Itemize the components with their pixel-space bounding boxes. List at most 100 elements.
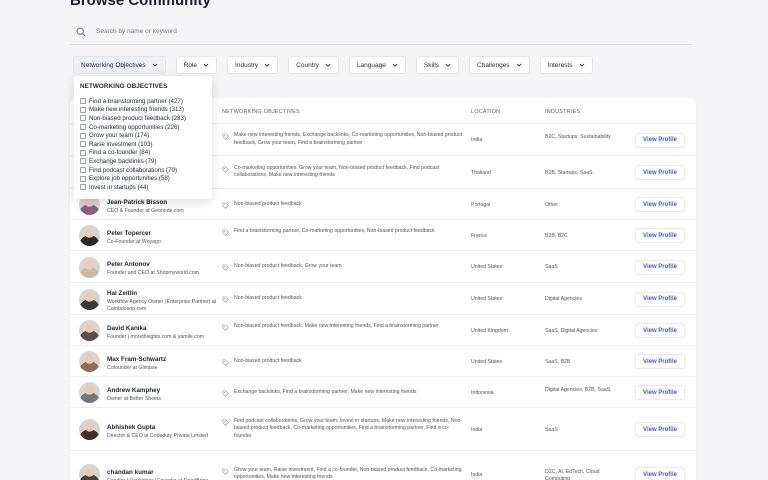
option-label: Find podcast collaborations (70): [89, 166, 178, 174]
dropdown-option[interactable]: Find podcast collaborations (70): [80, 166, 206, 175]
view-profile-button[interactable]: View Profile: [635, 132, 685, 148]
filter-challenges[interactable]: Challenges: [469, 56, 530, 74]
avatar: [79, 464, 100, 480]
header-location: LOCATION: [471, 109, 501, 115]
option-label: Raise investment (103): [89, 140, 153, 148]
member-name[interactable]: chandan kumar: [107, 469, 154, 476]
filter-networking-objectives[interactable]: Networking Objectives: [73, 56, 166, 74]
dropdown-option[interactable]: Exchange backlinks (79): [80, 157, 206, 166]
member-location: United States: [471, 296, 503, 302]
member-name[interactable]: Jean-Patrick Bisson: [107, 199, 167, 206]
member-role: Workflow Agency Owner (Enterprise Partne…: [107, 299, 217, 313]
member-industries: SaaS: [545, 426, 558, 433]
chevron-down-icon: [325, 63, 331, 67]
dropdown-option[interactable]: Explore job opportunities (58): [80, 174, 206, 183]
checkbox[interactable]: [80, 115, 86, 122]
member-name[interactable]: Max Fram-Schwartz: [107, 356, 166, 363]
view-profile-button[interactable]: View Profile: [635, 228, 685, 243]
member-location: United Kingdom: [471, 327, 508, 334]
member-name[interactable]: Peter Antonov: [107, 261, 150, 268]
checkbox[interactable]: [80, 158, 86, 165]
checkbox[interactable]: [80, 167, 86, 174]
view-profile-button[interactable]: View Profile: [635, 165, 685, 180]
member-role: Founder | morethsights.com & yamile.com: [107, 333, 205, 340]
checkbox[interactable]: [80, 132, 86, 139]
member-objectives: Non-biased product feedback, Make new in…: [234, 322, 439, 329]
filter-role[interactable]: Role: [175, 56, 218, 74]
checkbox[interactable]: [80, 106, 86, 113]
chevron-down-icon: [203, 63, 209, 67]
member-industries: B2B, Startups, SaaS: [545, 169, 593, 176]
option-label: Grow your team (174): [89, 132, 150, 140]
table-row: Abhishek Gupta Director & CEO at Codeduty…: [70, 408, 696, 451]
avatar: [79, 320, 100, 341]
table-row: Peter Topercer Co-Founder at Woyago Find a…: [70, 220, 696, 251]
table-row: Max Fram-Schwartz Cofounder at Glimpse Non…: [70, 346, 696, 377]
option-label: Make new interesting friends (313): [89, 106, 184, 114]
view-profile-button[interactable]: View Profile: [635, 291, 685, 307]
member-industries: Digital Agencies, B2B, SaaS: [545, 386, 611, 393]
search-bar[interactable]: [70, 19, 692, 45]
member-name[interactable]: David Kanika: [107, 325, 147, 332]
member-name[interactable]: Andrew Kamphey: [107, 387, 160, 394]
avatar: [79, 256, 100, 278]
networking-objectives-dropdown: NETWORKING OBJECTIVES Find a brainstormi…: [74, 76, 212, 199]
search-icon: [74, 25, 88, 39]
member-role: Owner at Better Sheets: [107, 395, 161, 402]
member-objectives: Non-biased product feedback: [234, 357, 302, 364]
member-industries: Other: [545, 201, 558, 208]
checkbox[interactable]: [80, 175, 86, 182]
member-location: France: [471, 232, 488, 239]
filter-language[interactable]: Language: [348, 56, 406, 74]
option-label: Find a brainstorming partner (427): [89, 97, 183, 105]
dropdown-option[interactable]: Grow your team (174): [80, 131, 206, 140]
header-objectives: NETWORKING OBJECTIVES: [222, 109, 300, 115]
member-location: India: [471, 426, 483, 433]
checkbox[interactable]: [80, 98, 86, 105]
tag-icon: [222, 133, 229, 140]
member-objectives: Make new interesting friends, Exchange b…: [234, 132, 463, 146]
view-profile-button[interactable]: View Profile: [635, 385, 685, 400]
member-name[interactable]: Abhishek Gupta: [107, 424, 155, 431]
page-title: Browse Community: [70, 0, 211, 9]
tag-icon: [222, 419, 229, 426]
tag-icon: [222, 359, 229, 366]
member-objectives: Non-biased product feedback: [234, 200, 302, 207]
view-profile-button[interactable]: View Profile: [635, 197, 685, 212]
table-row: Hal Zeitlin Workflow Agency Owner (Enterp…: [70, 283, 696, 315]
dropdown-option[interactable]: Non-biased product feedback (283): [80, 114, 206, 123]
table-row: David Kanika Founder | morethsights.com &…: [70, 315, 696, 346]
filter-skills[interactable]: Skills: [415, 56, 460, 74]
view-profile-button[interactable]: View Profile: [635, 259, 685, 275]
filter-country[interactable]: Country: [288, 56, 339, 74]
checkbox[interactable]: [80, 124, 86, 131]
dropdown-option[interactable]: Make new interesting friends (313): [80, 106, 206, 115]
checkbox[interactable]: [80, 184, 86, 191]
option-label: Find a co-founder (84): [89, 149, 151, 157]
view-profile-button[interactable]: View Profile: [635, 467, 685, 480]
checkbox[interactable]: [80, 141, 86, 148]
member-name[interactable]: Peter Topercer: [107, 230, 151, 237]
filter-industry[interactable]: Industry: [227, 56, 279, 74]
chevron-down-icon: [445, 63, 451, 67]
tag-icon: [222, 166, 229, 173]
checkbox[interactable]: [80, 149, 86, 156]
view-profile-button[interactable]: View Profile: [635, 323, 685, 338]
member-location: United States: [471, 358, 503, 365]
chevron-down-icon: [264, 63, 270, 67]
filter-interests[interactable]: Interests: [539, 56, 593, 74]
avatar: [79, 225, 100, 246]
option-label: Exchange backlinks (79): [89, 157, 157, 165]
member-location: Indonesia: [471, 389, 494, 396]
dropdown-option[interactable]: Find a co-founder (84): [80, 149, 206, 158]
member-objectives: Co-marketing opportunities, Grow your te…: [234, 164, 440, 179]
member-name[interactable]: Hal Zeitlin: [107, 290, 137, 297]
dropdown-option[interactable]: Co-marketing opportunities (226): [80, 123, 206, 132]
member-objectives: Non-biased product feedback: [234, 295, 302, 301]
dropdown-option[interactable]: Find a brainstorming partner (427): [80, 97, 206, 106]
view-profile-button[interactable]: View Profile: [635, 422, 685, 437]
view-profile-button[interactable]: View Profile: [635, 354, 685, 369]
search-input[interactable]: [96, 28, 596, 35]
dropdown-option[interactable]: Invest in startups (44): [80, 183, 206, 192]
dropdown-option[interactable]: Raise investment (103): [80, 140, 206, 149]
